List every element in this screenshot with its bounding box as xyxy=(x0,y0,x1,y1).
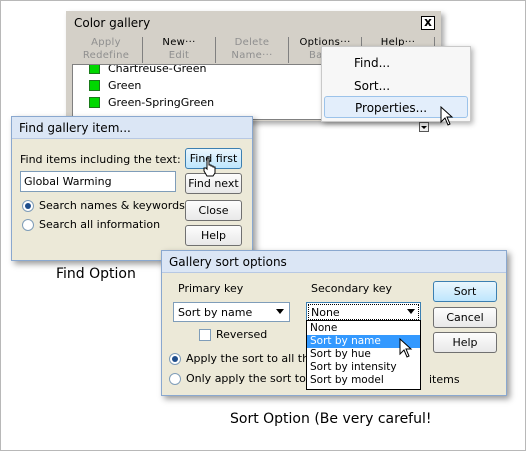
radio-label: Search all information xyxy=(39,218,161,231)
scroll-down-icon[interactable] xyxy=(419,122,429,132)
find-option-caption: Find Option xyxy=(56,266,136,282)
edit-button[interactable]: Edit xyxy=(143,50,216,63)
sort-option-caption: Sort Option (Be very careful! xyxy=(230,411,432,427)
redefine-button[interactable]: Redefine xyxy=(70,50,143,63)
primary-key-select[interactable]: Sort by name xyxy=(173,302,290,322)
apply-button[interactable]: Apply xyxy=(70,37,143,50)
checkbox-label: Reversed xyxy=(216,328,268,341)
gallery-title: Color gallery xyxy=(66,11,441,35)
radio-label: Search names & keywords xyxy=(39,199,185,212)
color-name: Green xyxy=(108,78,142,92)
radio-unchecked-icon xyxy=(169,372,181,385)
hand-cursor-icon xyxy=(203,157,216,177)
menu-item-find[interactable]: Find... xyxy=(322,52,470,74)
sort-help-button[interactable]: Help xyxy=(433,332,497,353)
secondary-key-label: Secondary key xyxy=(311,282,393,295)
list-item[interactable]: Chartreuse-Green xyxy=(89,64,207,75)
chevron-down-icon xyxy=(407,309,415,314)
radio-search-names[interactable]: Search names & keywords xyxy=(22,199,185,212)
dropdown-option-sort-by-model[interactable]: Sort by model xyxy=(307,374,420,387)
dropdown-option-sort-by-intensity[interactable]: Sort by intensity xyxy=(307,361,420,374)
mouse-cursor-icon xyxy=(399,338,413,358)
color-swatch-icon xyxy=(89,79,100,91)
chevron-down-icon xyxy=(276,309,284,314)
gallery-toolbar-row2: Redefine Edit Name··· Backg xyxy=(70,50,362,63)
radio-search-all[interactable]: Search all information xyxy=(22,218,160,231)
secondary-key-select[interactable]: None xyxy=(306,302,421,322)
radio-unchecked-icon xyxy=(22,218,34,231)
find-help-button[interactable]: Help xyxy=(185,225,242,246)
find-dialog-title: Find gallery item... xyxy=(12,117,252,139)
primary-key-value: Sort by name xyxy=(178,306,253,319)
color-name: Green-SpringGreen xyxy=(108,95,215,109)
gallery-close-button[interactable]: x xyxy=(421,16,435,30)
cancel-button[interactable]: Cancel xyxy=(433,307,497,328)
new-button[interactable]: New··· xyxy=(143,37,216,50)
color-name: Chartreuse-Green xyxy=(108,64,207,75)
color-swatch-icon xyxy=(89,65,100,74)
find-text-input[interactable]: Global Warming xyxy=(20,171,176,192)
menu-item-sort[interactable]: Sort... xyxy=(322,75,470,97)
gallery-sort-options-dialog: Gallery sort options Primary key Seconda… xyxy=(161,250,507,396)
mouse-cursor-icon xyxy=(440,106,454,126)
secondary-key-value: None xyxy=(311,306,340,319)
find-prompt-label: Find items including the text: xyxy=(20,153,181,166)
radio-checked-icon xyxy=(169,352,181,365)
checkbox-icon xyxy=(199,328,211,341)
close-button[interactable]: Close xyxy=(185,200,242,221)
name-button[interactable]: Name··· xyxy=(216,50,289,63)
sort-button[interactable]: Sort xyxy=(433,281,497,302)
find-gallery-item-dialog: Find gallery item... Find items includin… xyxy=(11,116,253,261)
list-item[interactable]: Green-SpringGreen xyxy=(89,95,214,109)
delete-button[interactable]: Delete xyxy=(216,37,289,50)
dropdown-option-none[interactable]: None xyxy=(307,322,420,335)
color-swatch-icon xyxy=(89,96,100,108)
sort-dialog-title: Gallery sort options xyxy=(162,251,506,273)
radio-label-tail: items xyxy=(429,373,460,386)
list-item[interactable]: Green xyxy=(89,78,141,92)
primary-key-label: Primary key xyxy=(178,282,244,295)
reversed-checkbox[interactable]: Reversed xyxy=(199,328,267,341)
radio-checked-icon xyxy=(22,199,34,212)
